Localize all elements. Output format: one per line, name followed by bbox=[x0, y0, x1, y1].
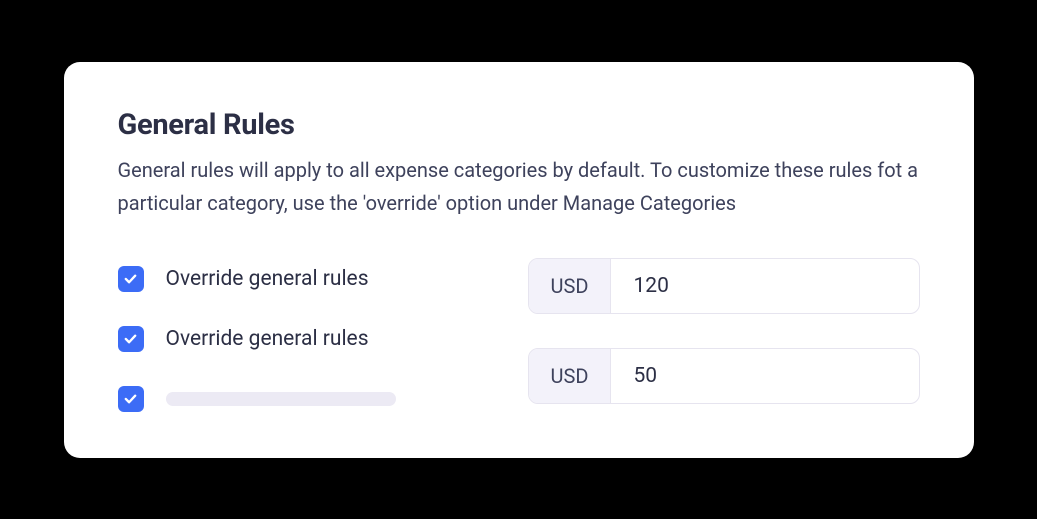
checkbox-item-2 bbox=[118, 386, 488, 412]
checkbox-column: Override general rules Override general … bbox=[118, 258, 488, 412]
currency-prefix-0: USD bbox=[529, 259, 612, 313]
currency-value-0[interactable]: 120 bbox=[611, 259, 918, 313]
currency-input-1[interactable]: USD 50 bbox=[528, 348, 920, 404]
checkbox-override-2[interactable] bbox=[118, 386, 144, 412]
currency-input-0[interactable]: USD 120 bbox=[528, 258, 920, 314]
checkmark-icon bbox=[123, 331, 138, 346]
card-title: General Rules bbox=[118, 108, 920, 142]
checkbox-item-0: Override general rules bbox=[118, 266, 488, 292]
placeholder-label bbox=[166, 392, 396, 406]
general-rules-card: General Rules General rules will apply t… bbox=[64, 62, 974, 458]
content-row: Override general rules Override general … bbox=[118, 258, 920, 412]
checkbox-override-1[interactable] bbox=[118, 326, 144, 352]
checkmark-icon bbox=[123, 391, 138, 406]
checkmark-icon bbox=[123, 271, 138, 286]
currency-prefix-1: USD bbox=[529, 349, 612, 403]
card-description: General rules will apply to all expense … bbox=[118, 154, 920, 220]
checkbox-override-0[interactable] bbox=[118, 266, 144, 292]
checkbox-label-1: Override general rules bbox=[166, 327, 369, 351]
checkbox-item-1: Override general rules bbox=[118, 326, 488, 352]
checkbox-label-0: Override general rules bbox=[166, 267, 369, 291]
currency-column: USD 120 USD 50 bbox=[528, 258, 920, 412]
currency-value-1[interactable]: 50 bbox=[611, 349, 918, 403]
